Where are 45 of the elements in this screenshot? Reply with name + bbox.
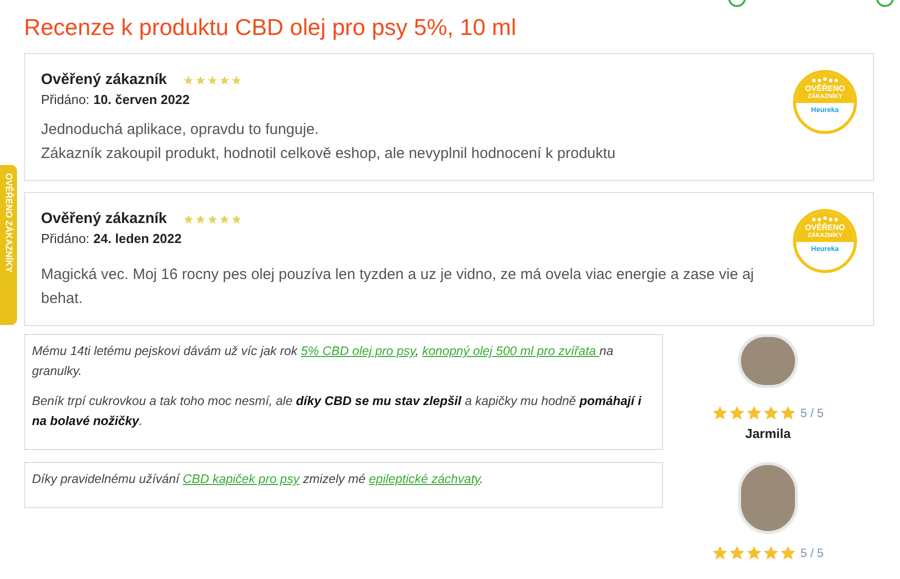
product-link[interactable]: epileptické záchvaty (368, 472, 480, 486)
star-icon (182, 74, 194, 86)
star-icon (206, 74, 218, 86)
star-icon (712, 405, 728, 421)
star-icon (780, 545, 796, 561)
star-icon (712, 545, 728, 561)
star-icon (218, 214, 230, 224)
testimonial-text: Díky pravidelnému užívání CBD kapiček pro psy zmizely mé epileptické záchvaty. (32, 471, 484, 488)
star-icon (746, 405, 762, 421)
star-icon (729, 545, 746, 561)
star-icon (780, 405, 796, 421)
side-tab[interactable]: OVĚŘENO ZÁKAZNÍKY (0, 165, 17, 325)
badge-text: OVĚŘENO (804, 84, 845, 93)
star-icon (230, 214, 242, 224)
rating-score: 5 / 5 (800, 405, 824, 422)
product-link[interactable]: 5% CBD olej pro psy (300, 344, 416, 358)
review-author: Ověřený zákazník (41, 70, 167, 90)
star-icon (763, 545, 780, 561)
star-icon (194, 214, 206, 224)
star-icon (206, 214, 218, 224)
star-icon (763, 405, 780, 421)
testimonial-text: Beník trpí cukrovkou a tak toho moc nesmí, ale díky CBD se mu stav zlepšil a kapičky mu hodně pomáhají i na bolavé nožičky. (32, 393, 642, 430)
review-text: Zákazník zakoupil produkt, hodnotil celkově eshop, ale nevyplnil hodnocení k produktu (41, 144, 617, 164)
reviewer-name: Jarmila (745, 425, 791, 443)
badge-text: OVĚŘENO (804, 223, 845, 232)
review-date: 24. leden 2022 (93, 230, 182, 248)
star-icon (194, 74, 206, 86)
product-link[interactable]: CBD kapiček pro psy (182, 472, 300, 486)
page-title: Recenze k produktu CBD olej pro psy 5%, 10 ml (24, 13, 518, 42)
review-date: 10. červen 2022 (93, 91, 190, 109)
star-icon (182, 214, 194, 224)
review-author: Ověřený zákazník (41, 209, 167, 229)
review-text: Jednoduchá aplikace, opravdu to funguje. (41, 120, 320, 140)
testimonial-text: Mému 14ti letému pejskovi dávám už víc jak rok 5% CBD olej pro psy, konopný olej 500 ml pro zvířata na granulky. (32, 343, 614, 380)
star-icon (230, 74, 242, 86)
review-text: Magická vec. Moj 16 rocny pes olej pouzíva len tyzden a uz je vidno, ze má ovela viac energie a zase vie aj behat. (41, 265, 755, 309)
date-label: Přidáno: (41, 230, 90, 248)
product-link[interactable]: konopný olej 500 ml pro zvířata (422, 344, 600, 358)
star-icon (729, 405, 746, 421)
badge-stars-icon (811, 77, 839, 84)
rating-score: 5 / 5 (800, 545, 824, 562)
badge-stars-icon (811, 216, 839, 223)
star-icon (218, 74, 230, 86)
star-icon (746, 545, 762, 561)
date-label: Přidáno: (41, 91, 90, 109)
